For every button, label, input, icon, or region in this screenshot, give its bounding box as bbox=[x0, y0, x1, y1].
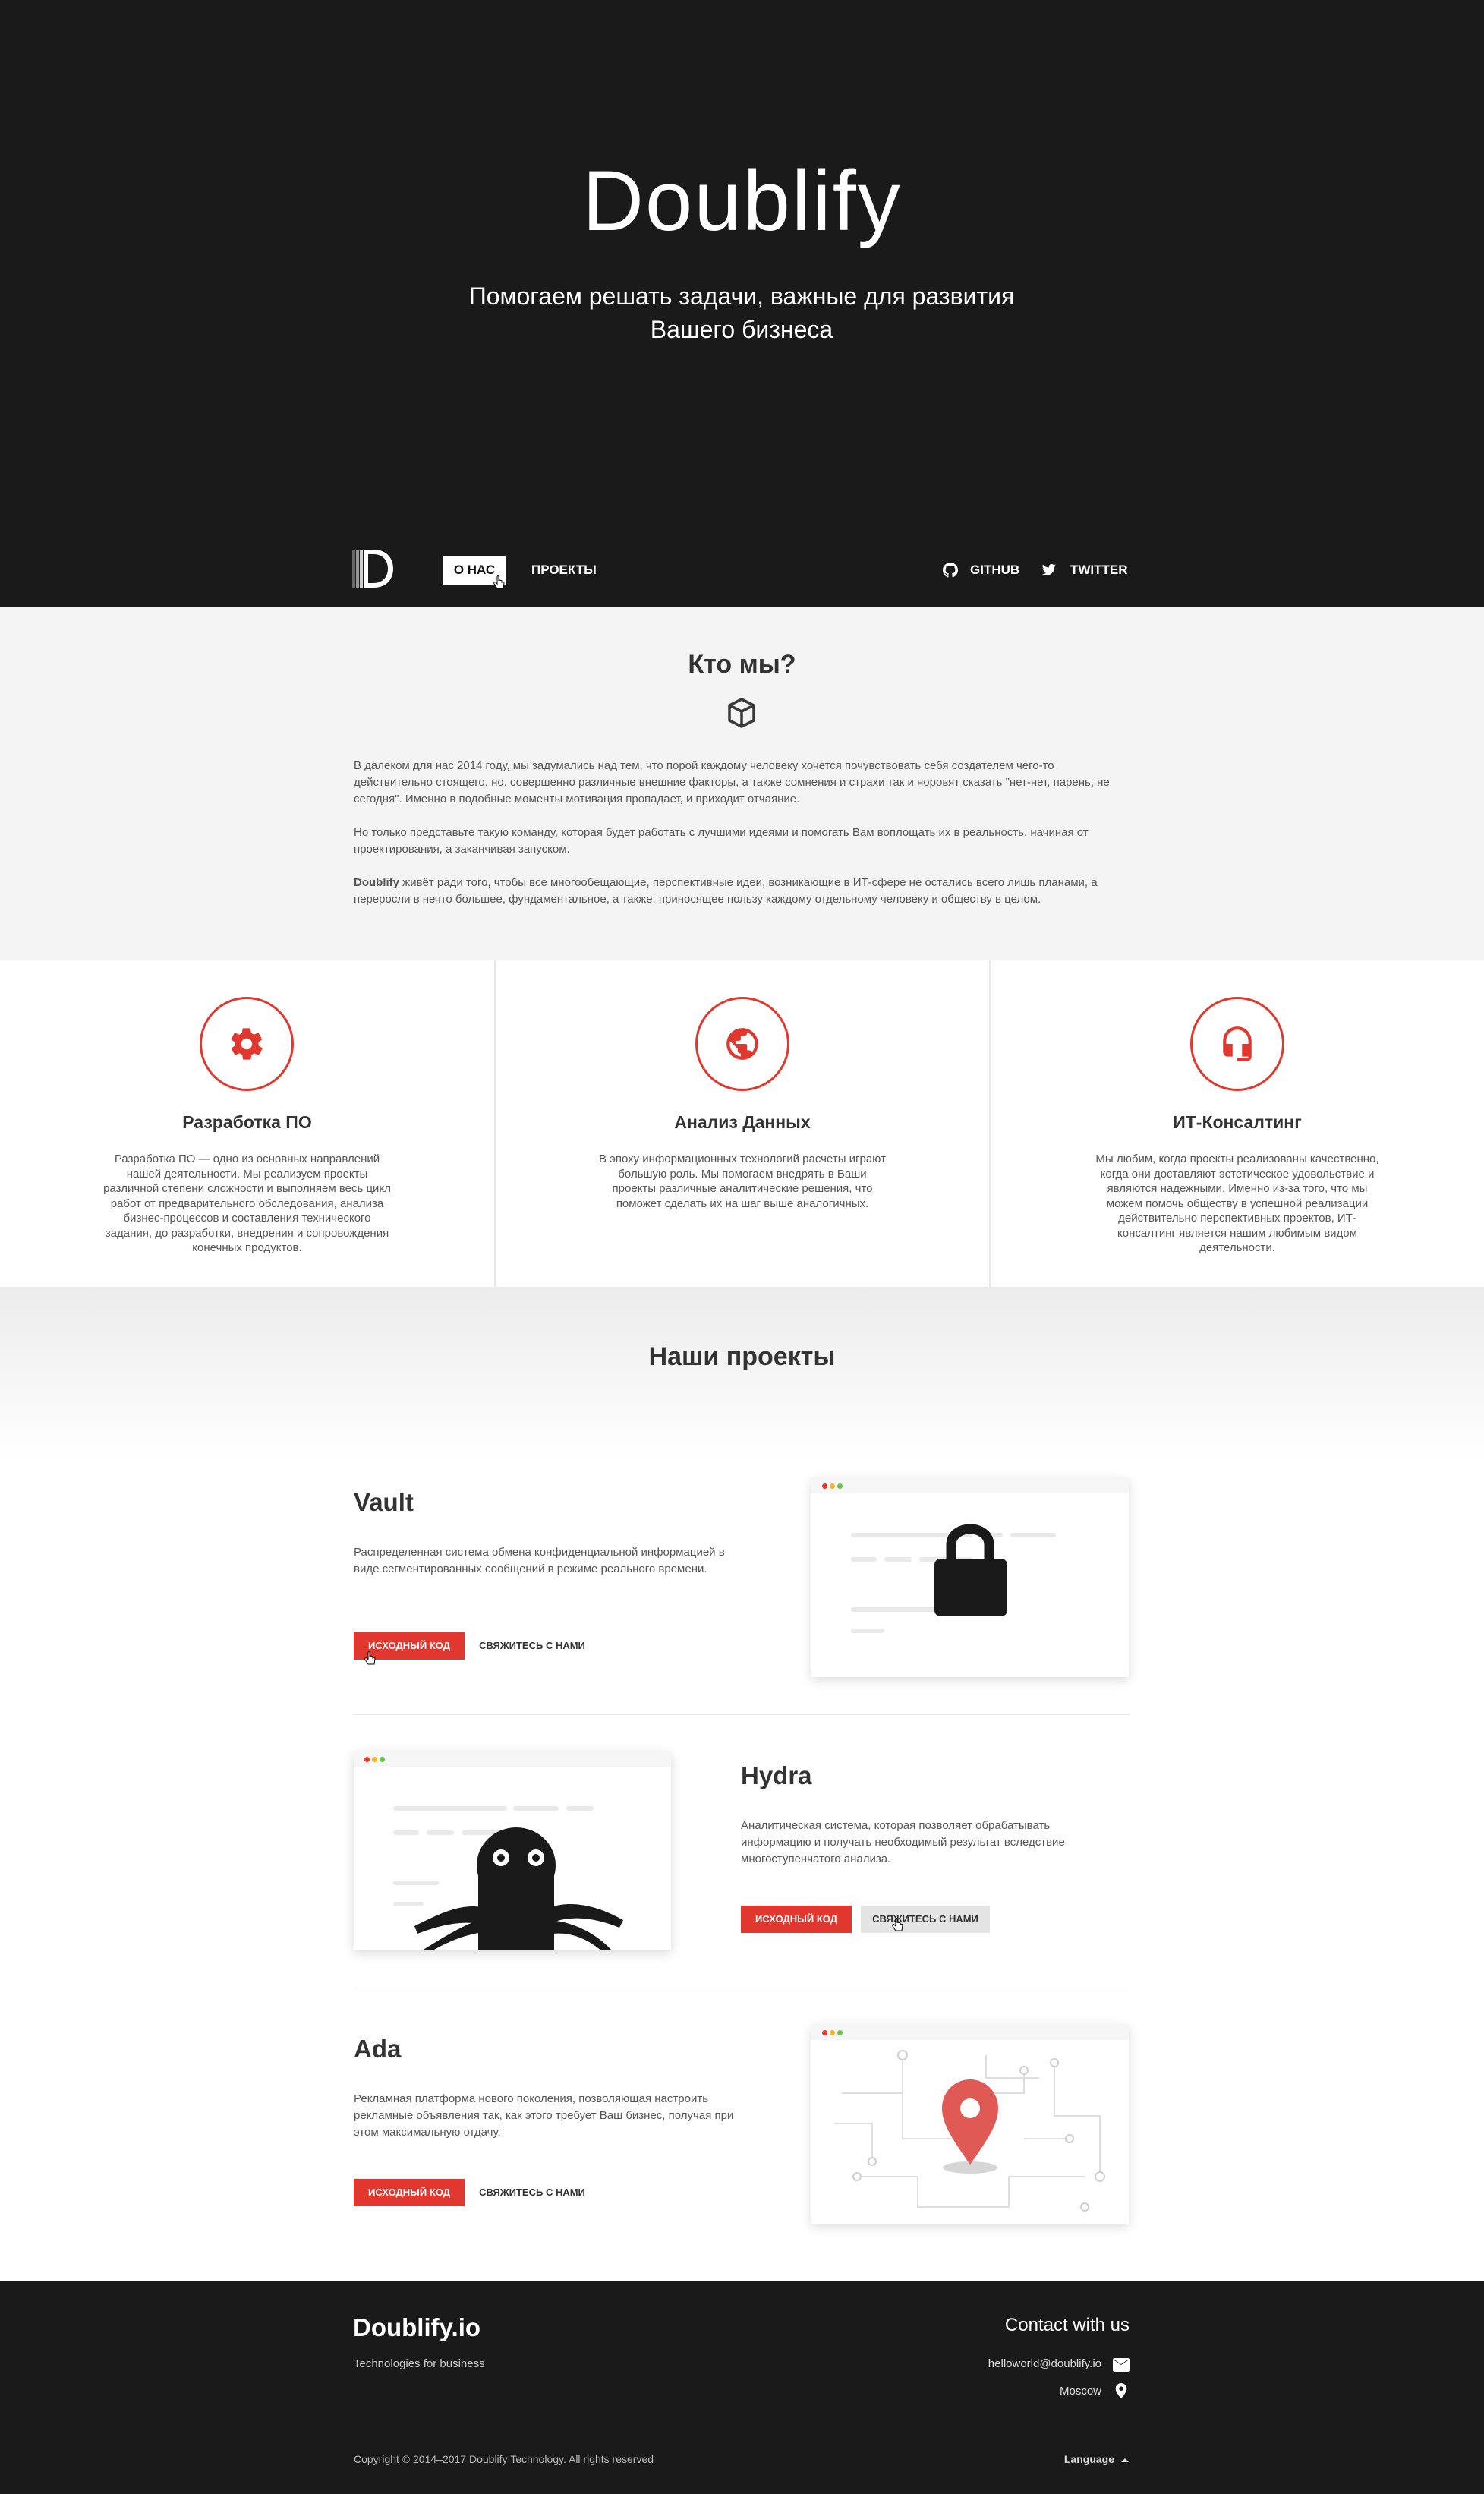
main-nav: О НАС ПРОЕКТЫ GITHUB TWITTER bbox=[0, 531, 1484, 607]
about-paragraph: Doublify живёт ради того, чтобы все мног… bbox=[354, 875, 1120, 908]
service-icon-circle bbox=[695, 997, 789, 1091]
project-name: Hydra bbox=[741, 1761, 812, 1789]
hero: Doublify Помогаем решать задачи, важные … bbox=[0, 0, 1484, 607]
service-text: Разработка ПО — одно из основных направл… bbox=[103, 1152, 391, 1254]
hand-cursor-icon bbox=[364, 1651, 376, 1665]
nav-twitter-link[interactable]: TWITTER bbox=[1041, 556, 1128, 585]
service-card: Анализ Данных В эпоху информационных тех… bbox=[496, 960, 989, 1287]
about-brand: Doublify bbox=[354, 876, 399, 889]
footer-copyright: Copyright © 2014–2017 Doublify Technolog… bbox=[354, 2453, 654, 2465]
nav-projects-link[interactable]: ПРОЕКТЫ bbox=[531, 556, 597, 585]
service-text: Мы любим, когда проекты реализованы каче… bbox=[1095, 1152, 1379, 1254]
caret-up-icon[interactable] bbox=[1120, 2457, 1130, 2463]
service-title: Разработка ПО bbox=[182, 1112, 312, 1132]
language-selector[interactable]: Language bbox=[1064, 2453, 1114, 2465]
project-name: Vault bbox=[354, 1488, 414, 1516]
octopus-icon bbox=[393, 1806, 623, 1950]
hero-title: Doublify bbox=[582, 153, 902, 248]
footer-brand: Doublify.io bbox=[353, 2313, 481, 2341]
contact-us-button[interactable]: СВЯЖИТЕСЬ С НАМИ bbox=[475, 2179, 589, 2206]
source-code-button[interactable]: ИСХОДНЫЙ КОД bbox=[354, 2179, 465, 2206]
about-section: Кто мы? В далеком для нас 2014 году, мы … bbox=[0, 607, 1484, 960]
mail-icon bbox=[1113, 2358, 1130, 2372]
footer-email-link[interactable]: helloworld@doublify.io bbox=[988, 2357, 1101, 2370]
hand-cursor-icon bbox=[493, 575, 505, 589]
nav-twitter-label: TWITTER bbox=[1070, 563, 1128, 577]
hydra-preview bbox=[354, 1751, 671, 1950]
hand-cursor-icon bbox=[892, 1918, 903, 1931]
contact-us-button[interactable]: СВЯЖИТЕСЬ С НАМИ bbox=[475, 1632, 589, 1660]
location-pin-icon bbox=[1115, 2383, 1127, 2398]
nav-github-link[interactable]: GITHUB bbox=[943, 556, 1019, 585]
service-card: Разработка ПО Разработка ПО — одно из ос… bbox=[0, 960, 494, 1287]
about-paragraph: Но только представьте такую команду, кот… bbox=[354, 826, 1089, 856]
projects-section: Наши проекты Vault Распределенная систем… bbox=[0, 1287, 1484, 2281]
vault-preview bbox=[811, 1478, 1129, 1677]
service-title: Анализ Данных bbox=[674, 1112, 811, 1132]
twitter-icon bbox=[1041, 564, 1057, 575]
hero-subtitle-line: Помогаем решать задачи, важные для разви… bbox=[468, 282, 1015, 310]
footer-contact-title: Contact with us bbox=[1004, 2315, 1130, 2335]
services-section: Разработка ПО Разработка ПО — одно из ос… bbox=[0, 960, 1484, 1287]
lock-icon bbox=[851, 1524, 1056, 1633]
about-paragraph-text: живёт ради того, чтобы все многообещающи… bbox=[354, 876, 1098, 906]
cube-icon bbox=[728, 698, 755, 728]
about-paragraph: В далеком для нас 2014 году, мы задумали… bbox=[354, 759, 1110, 806]
project-name: Ada bbox=[354, 2035, 402, 2063]
service-icon-circle bbox=[1190, 997, 1284, 1091]
gear-icon bbox=[231, 1028, 263, 1060]
headset-icon bbox=[1223, 1026, 1252, 1061]
footer-city: Moscow bbox=[1059, 2385, 1101, 2398]
footer-tagline: Technologies for business bbox=[354, 2357, 485, 2370]
about-title: Кто мы? bbox=[688, 650, 796, 679]
service-text: В эпоху информационных технологий расчет… bbox=[599, 1152, 886, 1210]
nav-github-label: GITHUB bbox=[970, 563, 1020, 577]
service-icon-circle bbox=[200, 997, 294, 1091]
footer: Doublify.io Technologies for business Co… bbox=[0, 2281, 1484, 2494]
project-description: Рекламная платформа нового поколения, по… bbox=[354, 2092, 734, 2139]
service-card: ИТ-Консалтинг Мы любим, когда проекты ре… bbox=[991, 960, 1484, 1287]
github-icon bbox=[943, 563, 958, 578]
hero-subtitle: Помогаем решать задачи, важные для разви… bbox=[438, 279, 1045, 346]
project-description: Распределенная система обмена конфиденци… bbox=[354, 1546, 725, 1575]
ada-preview bbox=[811, 2025, 1129, 2224]
map-pin-icon bbox=[834, 2050, 1105, 2212]
doublify-d-logo[interactable] bbox=[352, 550, 395, 588]
project-description: Аналитическая система, которая позволяет… bbox=[741, 1819, 1065, 1865]
source-code-button[interactable]: ИСХОДНЫЙ КОД bbox=[741, 1906, 852, 1933]
project-separator bbox=[354, 1714, 1130, 1715]
service-title: ИТ-Консалтинг bbox=[1173, 1112, 1302, 1132]
projects-title: Наши проекты bbox=[648, 1342, 836, 1371]
hero-subtitle-line: Вашего бизнеса bbox=[650, 316, 833, 343]
globe-icon bbox=[726, 1028, 758, 1060]
contact-us-button[interactable]: СВЯЖИТЕСЬ С НАМИ bbox=[861, 1906, 990, 1933]
